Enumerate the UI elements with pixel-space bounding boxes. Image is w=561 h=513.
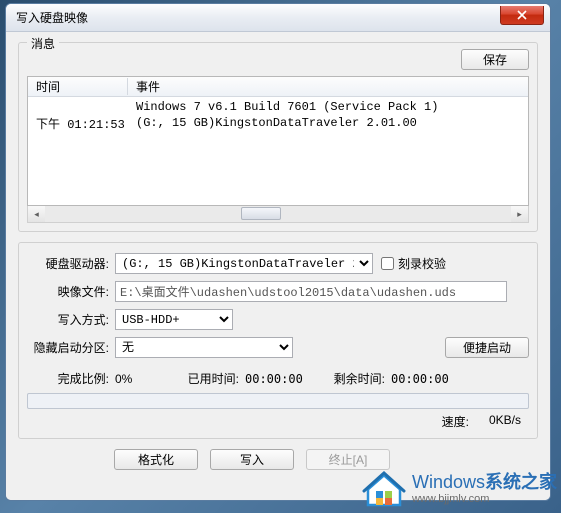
- log-event: (G:, 15 GB)KingstonDataTraveler 2.01.00: [128, 116, 528, 130]
- column-event[interactable]: 事件: [128, 78, 528, 95]
- save-button[interactable]: 保存: [461, 49, 529, 70]
- abort-button: 终止[A]: [306, 449, 390, 470]
- done-label: 完成比例:: [27, 370, 115, 387]
- close-icon: [517, 10, 527, 20]
- burn-verify-input[interactable]: [381, 257, 394, 270]
- settings-group: 硬盘驱动器: (G:, 15 GB)KingstonDataTraveler 2…: [18, 242, 538, 439]
- log-header[interactable]: 时间 事件: [28, 77, 528, 97]
- write-button[interactable]: 写入: [210, 449, 294, 470]
- titlebar[interactable]: 写入硬盘映像: [6, 4, 550, 32]
- progress-bar: [27, 393, 529, 409]
- hidden-boot-label: 隐藏启动分区:: [27, 339, 115, 356]
- drive-select[interactable]: (G:, 15 GB)KingstonDataTraveler 2.01.00: [115, 253, 373, 274]
- elapsed-value: 00:00:00: [245, 372, 321, 386]
- column-time[interactable]: 时间: [28, 78, 128, 95]
- drive-label: 硬盘驱动器:: [27, 255, 115, 272]
- elapsed-label: 已用时间:: [175, 370, 245, 387]
- log-row[interactable]: Windows 7 v6.1 Build 7601 (Service Pack …: [28, 99, 528, 115]
- write-method-label: 写入方式:: [27, 311, 115, 328]
- log-listview[interactable]: 时间 事件 Windows 7 v6.1 Build 7601 (Service…: [27, 76, 529, 206]
- write-method-select[interactable]: USB-HDD+: [115, 309, 233, 330]
- hidden-boot-select[interactable]: 无: [115, 337, 293, 358]
- log-row[interactable]: 下午 01:21:53 (G:, 15 GB)KingstonDataTrave…: [28, 115, 528, 131]
- burn-verify-label: 刻录校验: [398, 255, 446, 272]
- dialog-content: 消息 保存 时间 事件 Windows 7 v6.1 Build 7601 (S…: [6, 32, 550, 500]
- message-group: 消息 保存 时间 事件 Windows 7 v6.1 Build 7601 (S…: [18, 42, 538, 232]
- remain-value: 00:00:00: [391, 372, 467, 386]
- action-buttons: 格式化 写入 终止[A] 返回: [18, 449, 538, 470]
- speed-value: 0KB/s: [489, 413, 521, 430]
- done-value: 0%: [115, 372, 175, 386]
- log-body: Windows 7 v6.1 Build 7601 (Service Pack …: [28, 97, 528, 133]
- remain-label: 剩余时间:: [321, 370, 391, 387]
- scroll-thumb[interactable]: [241, 207, 281, 220]
- scroll-left-arrow-icon[interactable]: ◂: [28, 206, 45, 222]
- message-group-title: 消息: [27, 35, 59, 52]
- scroll-track[interactable]: [45, 206, 511, 222]
- image-file-input[interactable]: [115, 281, 507, 302]
- dialog-window: 写入硬盘映像 消息 保存 时间 事件 Windows 7 v6.1 Build …: [5, 3, 551, 501]
- log-hscrollbar[interactable]: ◂ ▸: [27, 206, 529, 223]
- scroll-right-arrow-icon[interactable]: ▸: [511, 206, 528, 222]
- log-time: 下午 01:21:53: [28, 115, 128, 132]
- speed-row: 速度: 0KB/s: [27, 413, 529, 430]
- quick-boot-button[interactable]: 便捷启动: [445, 337, 529, 358]
- format-button[interactable]: 格式化: [114, 449, 198, 470]
- window-title: 写入硬盘映像: [16, 9, 88, 26]
- speed-label: 速度:: [442, 413, 469, 430]
- close-button[interactable]: [500, 6, 544, 25]
- stats-row: 完成比例: 0% 已用时间: 00:00:00 剩余时间: 00:00:00: [27, 370, 529, 387]
- burn-verify-checkbox[interactable]: 刻录校验: [381, 255, 446, 272]
- log-event: Windows 7 v6.1 Build 7601 (Service Pack …: [128, 100, 528, 114]
- image-file-label: 映像文件:: [27, 283, 115, 300]
